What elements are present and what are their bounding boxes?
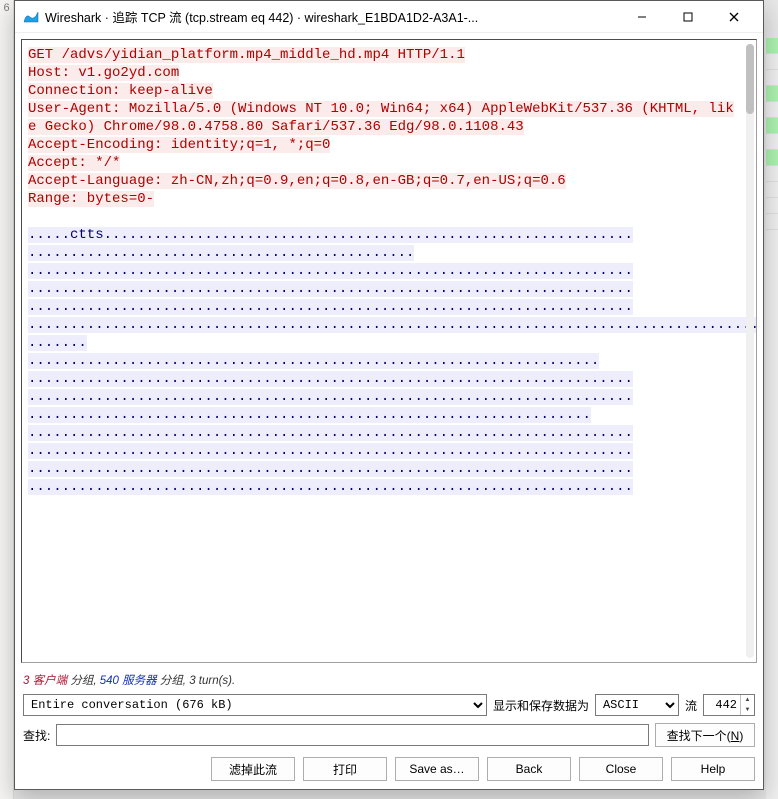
conversation-scope-select[interactable]: Entire conversation (676 kB)	[23, 694, 487, 716]
packets-word-1: 分组	[70, 675, 93, 687]
stats-row: 3 客户端 分组, 540 服务器 分组, 3 turn(s).	[15, 669, 763, 691]
request-line: Accept-Encoding: identity;q=1, *;q=0	[28, 137, 330, 153]
titlebar[interactable]: Wireshark · 追踪 TCP 流 (tcp.stream eq 442)…	[15, 1, 763, 33]
find-input[interactable]	[56, 724, 649, 746]
search-row: 查找: 查找下一个(N)	[15, 719, 763, 751]
response-segment: ........................................…	[28, 407, 591, 423]
close-button[interactable]	[711, 1, 757, 32]
response-segment: ........................................…	[28, 317, 756, 333]
response-segment: .....ctts...............................…	[28, 227, 633, 243]
stream-number-input[interactable]	[704, 695, 740, 715]
window-title: Wireshark · 追踪 TCP 流 (tcp.stream eq 442)…	[45, 7, 619, 26]
response-segment: .......	[28, 335, 87, 351]
spinner-arrows[interactable]: ▲▼	[740, 695, 754, 715]
response-segment: ........................................…	[28, 425, 633, 441]
print-button[interactable]: 打印	[303, 757, 387, 781]
request-line: User-Agent: Mozilla/5.0 (Windows NT 10.0…	[28, 101, 734, 135]
maximize-button[interactable]	[665, 1, 711, 32]
response-segment: ........................................…	[28, 371, 633, 387]
request-line: Accept: */*	[28, 155, 120, 171]
response-segment: ........................................…	[28, 461, 633, 477]
stream-label: 流	[685, 697, 697, 714]
response-segment: ........................................…	[28, 245, 414, 261]
close-dialog-button[interactable]: Close	[579, 757, 663, 781]
stream-text-area[interactable]: GET /advs/yidian_platform.mp4_middle_hd.…	[22, 40, 756, 662]
save-as-button[interactable]: Save as…	[395, 757, 479, 781]
response-segment: ........................................…	[28, 443, 633, 459]
dialog-window: Wireshark · 追踪 TCP 流 (tcp.stream eq 442)…	[14, 0, 764, 790]
back-button[interactable]: Back	[487, 757, 571, 781]
window-controls	[619, 1, 757, 32]
encoding-select[interactable]: ASCII	[595, 694, 679, 716]
packets-word-2: 分组	[160, 675, 183, 687]
vertical-scrollbar[interactable]	[746, 44, 754, 658]
find-next-button[interactable]: 查找下一个(N)	[655, 723, 755, 747]
background-right-strip	[766, 38, 778, 799]
request-line: Range: bytes=0-	[28, 191, 154, 207]
response-segment: ........................................…	[28, 389, 633, 405]
stream-content-frame: GET /advs/yidian_platform.mp4_middle_hd.…	[21, 39, 757, 663]
wireshark-icon	[23, 9, 39, 25]
conversation-controls: Entire conversation (676 kB) 显示和保存数据为 AS…	[15, 691, 763, 719]
request-line: Accept-Language: zh-CN,zh;q=0.9,en;q=0.8…	[28, 173, 566, 189]
response-segment: ........................................…	[28, 299, 633, 315]
request-line: GET /advs/yidian_platform.mp4_middle_hd.…	[28, 47, 465, 63]
response-segment: ........................................…	[28, 479, 633, 495]
client-packets-count: 3	[23, 675, 29, 687]
background-gutter: 6	[0, 0, 14, 799]
minimize-button[interactable]	[619, 1, 665, 32]
turns-text: 3 turn(s).	[189, 675, 235, 687]
response-segment: ........................................…	[28, 353, 599, 369]
filter-out-stream-button[interactable]: 滤掉此流	[211, 757, 295, 781]
help-button[interactable]: Help	[671, 757, 755, 781]
show-as-label: 显示和保存数据为	[493, 697, 589, 714]
response-segment: ........................................…	[28, 281, 633, 297]
dialog-button-row: 滤掉此流 打印 Save as… Back Close Help	[15, 751, 763, 789]
stream-number-spinner[interactable]: ▲▼	[703, 694, 755, 716]
find-label: 查找:	[23, 727, 50, 744]
server-label: 服务器	[122, 675, 157, 687]
request-line: Host: v1.go2yd.com	[28, 65, 179, 81]
scrollbar-thumb[interactable]	[746, 44, 754, 114]
request-line: Connection: keep-alive	[28, 83, 213, 99]
response-segment: ........................................…	[28, 263, 633, 279]
server-packets-count: 540	[100, 675, 119, 687]
client-label: 客户端	[33, 675, 68, 687]
